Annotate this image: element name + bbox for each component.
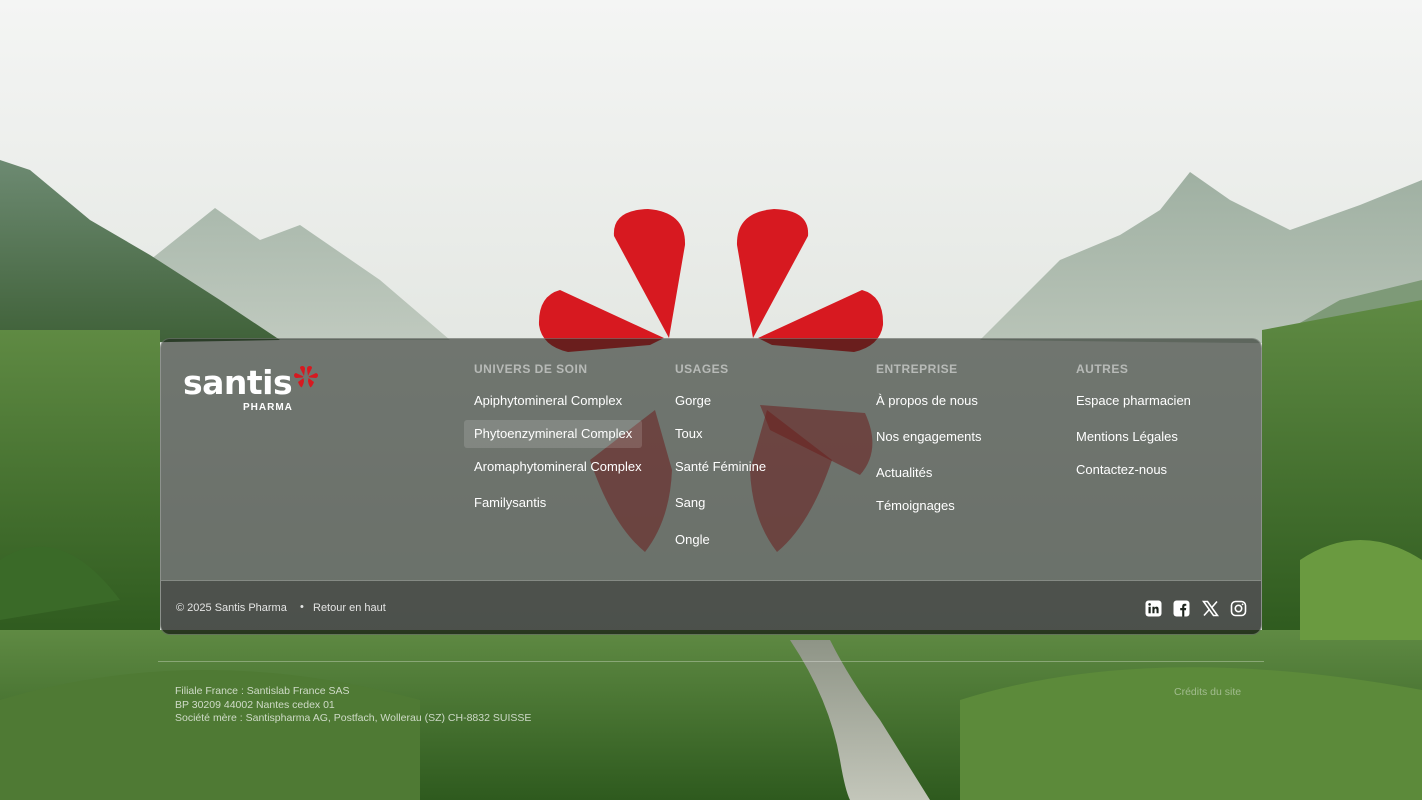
copyright-text: © 2025 Santis Pharma bbox=[176, 602, 287, 614]
link-apiphytomineral-complex[interactable]: Apiphytomineral Complex bbox=[474, 392, 622, 410]
link-aromaphytomineral-complex[interactable]: Aromaphytomineral Complex bbox=[474, 458, 642, 476]
legal-line-parent-company: Société mère : Santispharma AG, Postfach… bbox=[175, 712, 532, 724]
footer-panel: santis PHARMA UNIVERS DE SOIN Apiphytomi… bbox=[160, 338, 1262, 635]
link-temoignages[interactable]: Témoignages bbox=[876, 497, 955, 515]
footer-divider bbox=[158, 661, 1264, 662]
column-heading: AUTRES bbox=[1076, 362, 1129, 376]
separator-dot: • bbox=[300, 601, 304, 613]
link-mentions-legales[interactable]: Mentions Légales bbox=[1076, 428, 1178, 446]
link-espace-pharmacien[interactable]: Espace pharmacien bbox=[1076, 392, 1191, 410]
column-heading: ENTREPRISE bbox=[876, 362, 958, 376]
santis-emblem-icon bbox=[294, 366, 318, 388]
link-nos-engagements[interactable]: Nos engagements bbox=[876, 428, 982, 446]
column-usages: USAGES Gorge Toux Santé Féminine Sang On… bbox=[675, 361, 766, 547]
column-heading: USAGES bbox=[675, 362, 729, 376]
legal-line-subsidiary: Filiale France : Santislab France SAS bbox=[175, 685, 350, 697]
back-to-top-link[interactable]: Retour en haut bbox=[313, 602, 386, 614]
link-actualites[interactable]: Actualités bbox=[876, 464, 932, 482]
column-autres: AUTRES Espace pharmacien Mentions Légale… bbox=[1076, 361, 1191, 477]
brand-subname: PHARMA bbox=[243, 402, 293, 413]
facebook-icon[interactable] bbox=[1173, 600, 1190, 617]
link-ongle[interactable]: Ongle bbox=[675, 531, 710, 549]
santis-logo[interactable]: santis PHARMA bbox=[183, 363, 323, 417]
legal-info: Filiale France : Santislab France SAS BP… bbox=[175, 685, 531, 726]
link-contactez-nous[interactable]: Contactez-nous bbox=[1076, 461, 1167, 479]
link-familysantis[interactable]: Familysantis bbox=[474, 494, 546, 512]
link-gorge[interactable]: Gorge bbox=[675, 392, 711, 410]
column-entreprise: ENTREPRISE À propos de nous Nos engageme… bbox=[876, 361, 982, 513]
column-univers-de-soin: UNIVERS DE SOIN Apiphytomineral Complex … bbox=[464, 361, 643, 510]
instagram-icon[interactable] bbox=[1230, 600, 1247, 617]
link-sante-feminine[interactable]: Santé Féminine bbox=[675, 458, 766, 476]
link-toux[interactable]: Toux bbox=[675, 425, 702, 443]
footer-bottom-bar: © 2025 Santis Pharma • Retour en haut bbox=[161, 581, 1261, 634]
legal-line-address: BP 30209 44002 Nantes cedex 01 bbox=[175, 698, 335, 711]
link-phytoenzymineral-complex[interactable]: Phytoenzymineral Complex bbox=[464, 420, 643, 448]
page-background: santis PHARMA UNIVERS DE SOIN Apiphytomi… bbox=[0, 0, 1422, 800]
brand-name: santis bbox=[183, 363, 293, 402]
linkedin-icon[interactable] bbox=[1145, 600, 1162, 617]
x-icon[interactable] bbox=[1202, 600, 1219, 617]
link-a-propos-de-nous[interactable]: À propos de nous bbox=[876, 392, 978, 410]
column-heading: UNIVERS DE SOIN bbox=[474, 362, 588, 376]
site-credits-link[interactable]: Crédits du site bbox=[1174, 686, 1241, 698]
link-sang[interactable]: Sang bbox=[675, 494, 705, 512]
